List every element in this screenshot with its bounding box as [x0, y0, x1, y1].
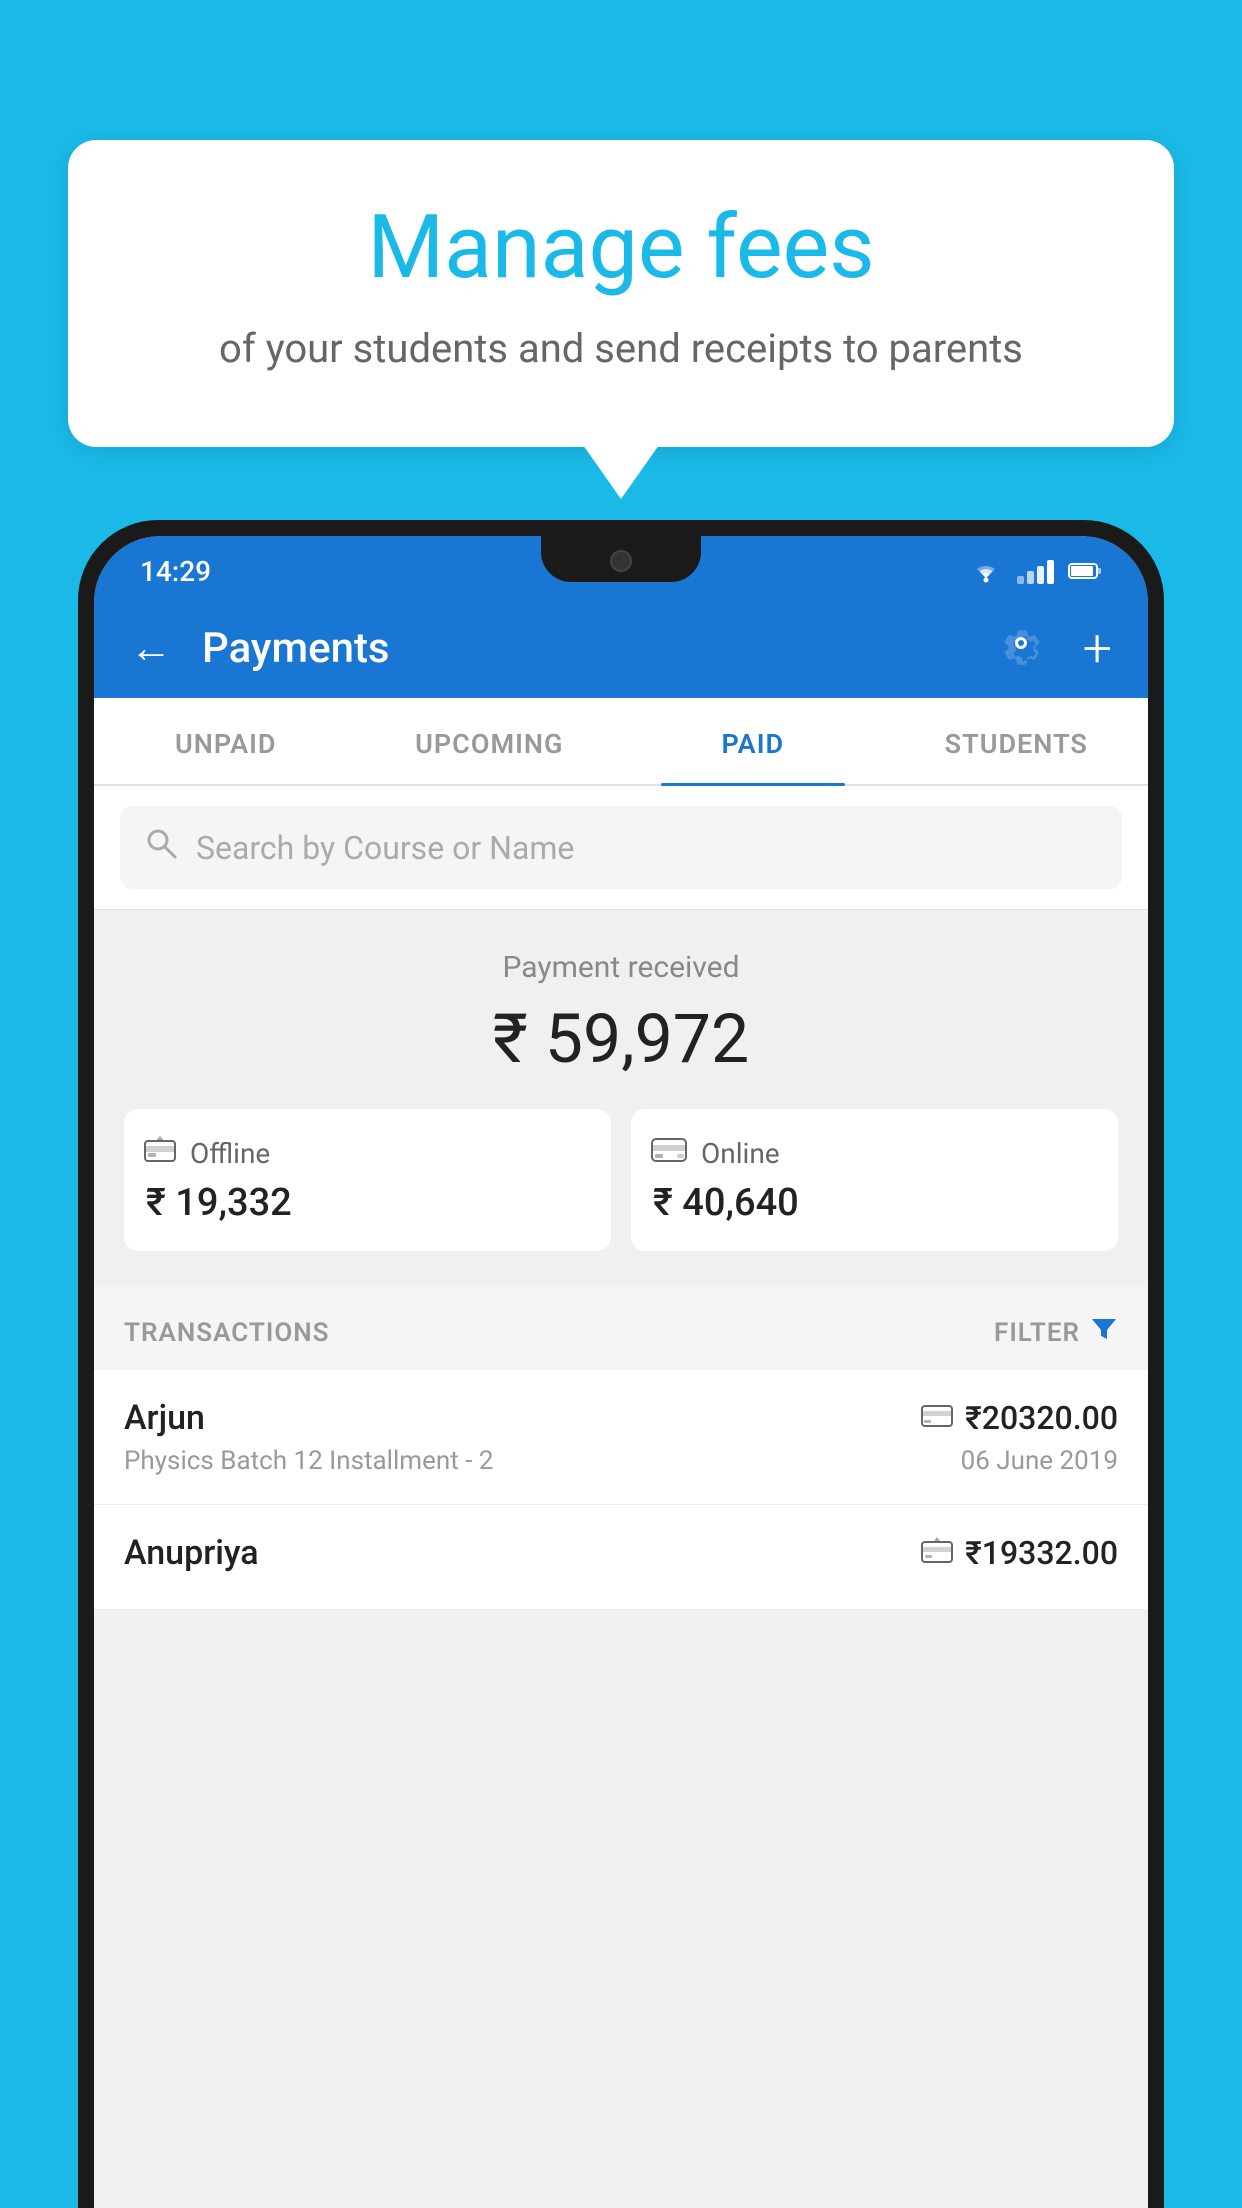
- phone-inner: 14:29: [94, 536, 1148, 2208]
- payment-cards: Offline ₹ 19,332: [124, 1109, 1118, 1251]
- signal-icon: [1017, 558, 1054, 584]
- status-time: 14:29: [140, 555, 211, 588]
- transaction-name: Anupriya: [124, 1533, 259, 1573]
- camera: [610, 550, 632, 572]
- offline-amount: ₹ 19,332: [144, 1181, 591, 1225]
- search-icon: [144, 826, 178, 869]
- transaction-detail: Physics Batch 12 Installment - 2: [124, 1446, 493, 1476]
- app-header: ← Payments +: [94, 598, 1148, 698]
- transaction-offline-icon: [921, 1536, 953, 1571]
- speech-bubble: Manage fees of your students and send re…: [68, 140, 1174, 447]
- transaction-online-icon: [921, 1402, 953, 1435]
- filter-label: FILTER: [994, 1318, 1080, 1348]
- tabs-container: UNPAID UPCOMING PAID STUDENTS: [94, 698, 1148, 786]
- offline-label: Offline: [190, 1137, 270, 1170]
- tab-upcoming[interactable]: UPCOMING: [358, 698, 622, 784]
- offline-card: Offline ₹ 19,332: [124, 1109, 611, 1251]
- phone-frame: 14:29: [78, 520, 1164, 2208]
- transactions-header: TRANSACTIONS FILTER: [94, 1287, 1148, 1370]
- page-title: Payments: [202, 624, 969, 673]
- search-box[interactable]: Search by Course or Name: [120, 806, 1122, 889]
- transaction-name: Arjun: [124, 1398, 205, 1438]
- status-icons: [969, 558, 1102, 584]
- transactions-label: TRANSACTIONS: [124, 1318, 330, 1348]
- transaction-date: 06 June 2019: [961, 1446, 1118, 1476]
- transaction-amount-container: ₹20320.00: [921, 1399, 1118, 1437]
- back-button[interactable]: ←: [130, 624, 172, 673]
- transaction-amount: ₹19332.00: [965, 1534, 1118, 1572]
- wifi-icon: [969, 558, 1003, 584]
- transaction-item[interactable]: Anupriya ₹19332.00: [94, 1505, 1148, 1610]
- offline-icon: [144, 1135, 176, 1171]
- payment-summary: Payment received ₹ 59,972: [94, 910, 1148, 1287]
- bubble-title: Manage fees: [148, 200, 1094, 297]
- screen: 14:29: [94, 536, 1148, 2208]
- filter-icon: [1090, 1315, 1118, 1350]
- online-label: Online: [701, 1137, 780, 1170]
- payment-total-amount: ₹ 59,972: [124, 999, 1118, 1079]
- search-container: Search by Course or Name: [94, 786, 1148, 910]
- filter-container[interactable]: FILTER: [994, 1315, 1118, 1350]
- add-button[interactable]: +: [1083, 618, 1112, 679]
- speech-bubble-wrapper: Manage fees of your students and send re…: [68, 140, 1174, 447]
- tab-unpaid[interactable]: UNPAID: [94, 698, 358, 784]
- bubble-subtitle: of your students and send receipts to pa…: [148, 321, 1094, 377]
- battery-icon: [1068, 561, 1102, 581]
- tab-paid[interactable]: PAID: [621, 698, 885, 784]
- transaction-amount-container: ₹19332.00: [921, 1534, 1118, 1572]
- online-card: Online ₹ 40,640: [631, 1109, 1118, 1251]
- notch: [541, 536, 701, 582]
- settings-icon[interactable]: [999, 621, 1043, 675]
- online-icon: [651, 1135, 687, 1171]
- payment-received-label: Payment received: [124, 950, 1118, 985]
- online-amount: ₹ 40,640: [651, 1181, 1098, 1225]
- transaction-item[interactable]: Arjun ₹20320.00 Physics Batch 1: [94, 1370, 1148, 1505]
- tab-students[interactable]: STUDENTS: [885, 698, 1149, 784]
- transaction-amount: ₹20320.00: [965, 1399, 1118, 1437]
- search-placeholder: Search by Course or Name: [196, 829, 574, 867]
